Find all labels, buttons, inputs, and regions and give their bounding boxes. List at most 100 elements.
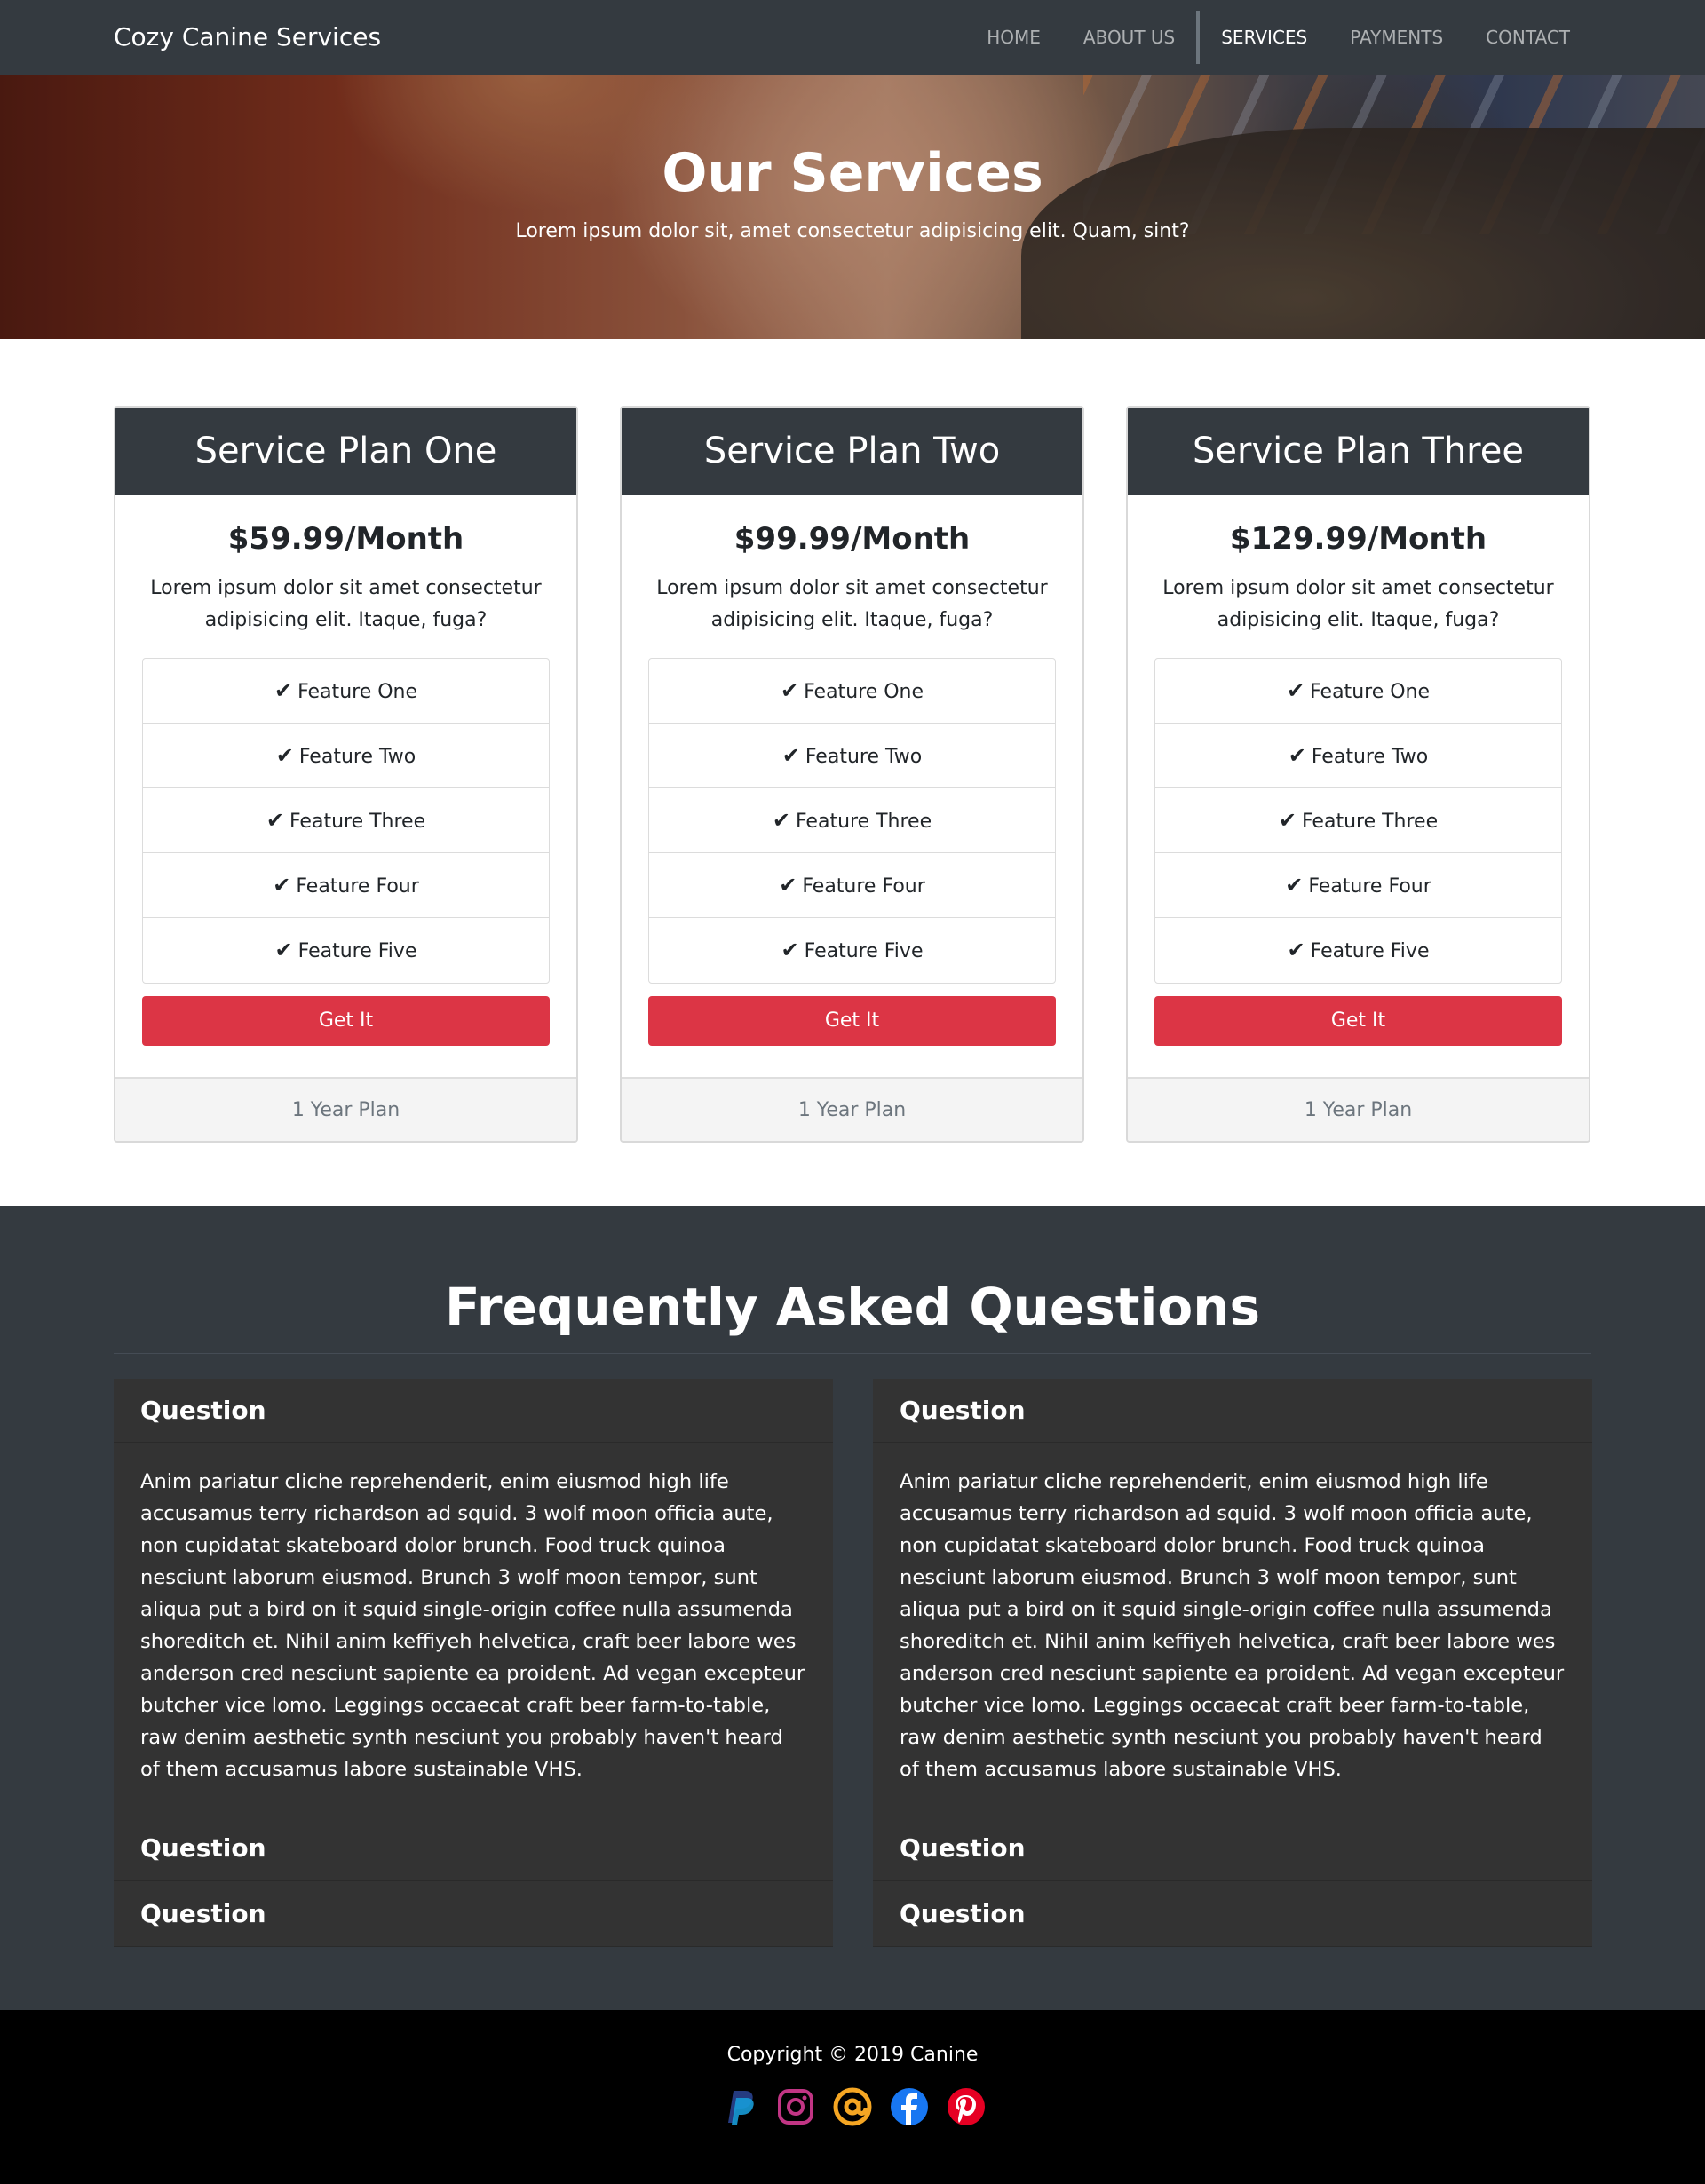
plan-description: Lorem ipsum dolor sit amet consectetur a… xyxy=(1162,577,1554,631)
check-icon: ✔ xyxy=(274,938,293,962)
feature-label: Feature Two xyxy=(805,746,923,768)
plan-price: $99.99/Month xyxy=(734,521,971,557)
feature-label: Feature One xyxy=(804,681,924,703)
plan-price: $129.99/Month xyxy=(1229,521,1487,557)
faq-question-header[interactable]: Question xyxy=(873,1816,1592,1881)
feature-item: ✔ Feature Three xyxy=(649,788,1055,853)
faq-accordion-left: Question Anim pariatur cliche reprehende… xyxy=(114,1379,833,1947)
faq-question-header[interactable]: Question xyxy=(114,1379,833,1443)
at-sign-icon[interactable] xyxy=(832,2086,873,2127)
pinterest-icon[interactable] xyxy=(946,2086,987,2127)
plan-title: Service Plan Two xyxy=(622,408,1082,495)
faq-answer: Anim pariatur cliche reprehenderit, enim… xyxy=(140,1470,805,1781)
hero-overlay xyxy=(0,75,1705,339)
feature-item: ✔ Feature Three xyxy=(1155,788,1561,853)
check-icon: ✔ xyxy=(779,873,797,898)
plan-title: Service Plan Three xyxy=(1128,408,1589,495)
feature-item: ✔ Feature One xyxy=(649,659,1055,724)
page-title: Our Services xyxy=(662,142,1043,204)
check-icon: ✔ xyxy=(780,678,799,703)
feature-list: ✔ Feature One ✔ Feature Two ✔ Feature Three… xyxy=(142,658,550,984)
nav-item-services[interactable]: SERVICES xyxy=(1196,11,1328,64)
plan-card-two: Service Plan Two $99.99/Month Lorem ipsu… xyxy=(620,406,1084,1143)
feature-label: Feature Three xyxy=(1301,811,1439,833)
feature-item: ✔ Feature Four xyxy=(1155,853,1561,918)
feature-item: ✔ Feature Five xyxy=(143,918,549,983)
feature-item: ✔ Feature Three xyxy=(143,788,549,853)
feature-label: Feature Five xyxy=(804,940,924,962)
feature-item: ✔ Feature Four xyxy=(649,853,1055,918)
feature-list: ✔ Feature One ✔ Feature Two ✔ Feature Three… xyxy=(1154,658,1562,984)
feature-label: Feature Five xyxy=(1310,940,1430,962)
feature-item: ✔ Feature Five xyxy=(649,918,1055,983)
page-subtitle: Lorem ipsum dolor sit, amet consectetur … xyxy=(515,220,1190,242)
faq-question-header[interactable]: Question xyxy=(114,1816,833,1881)
feature-label: Feature Three xyxy=(289,811,426,833)
check-icon: ✔ xyxy=(1287,938,1305,962)
nav-item-payments[interactable]: PAYMENTS xyxy=(1328,11,1464,64)
plan-footer: 1 Year Plan xyxy=(1128,1077,1589,1141)
feature-item: ✔ Feature Two xyxy=(1155,724,1561,788)
feature-label: Feature Five xyxy=(297,940,417,962)
nav-item-about-us[interactable]: ABOUT US xyxy=(1062,11,1196,64)
feature-item: ✔ Feature Two xyxy=(143,724,549,788)
feature-label: Feature One xyxy=(297,681,418,703)
plan-description: Lorem ipsum dolor sit amet consectetur a… xyxy=(656,577,1048,631)
service-plans: Service Plan One $59.99/Month Lorem ipsu… xyxy=(114,406,1591,1143)
feature-label: Feature Four xyxy=(296,875,419,898)
faq-answer: Anim pariatur cliche reprehenderit, enim… xyxy=(900,1470,1565,1781)
feature-item: ✔ Feature Five xyxy=(1155,918,1561,983)
check-icon: ✔ xyxy=(772,808,790,833)
brand-logo[interactable]: Cozy Canine Services xyxy=(114,0,381,75)
check-icon: ✔ xyxy=(781,938,799,962)
plan-footer: 1 Year Plan xyxy=(622,1077,1082,1141)
check-icon: ✔ xyxy=(273,873,291,898)
feature-item: ✔ Feature Four xyxy=(143,853,549,918)
get-it-button[interactable]: Get It xyxy=(648,996,1056,1046)
nav-item-home[interactable]: HOME xyxy=(965,11,1062,64)
check-icon: ✔ xyxy=(781,743,800,768)
nav-menu: HOME ABOUT US SERVICES PAYMENTS CONTACT xyxy=(965,0,1591,75)
instagram-icon[interactable] xyxy=(775,2086,816,2127)
plan-title: Service Plan One xyxy=(115,408,576,495)
feature-item: ✔ Feature One xyxy=(143,659,549,724)
plan-footer: 1 Year Plan xyxy=(115,1077,576,1141)
navbar: Cozy Canine Services HOME ABOUT US SERVI… xyxy=(0,0,1705,75)
check-icon: ✔ xyxy=(266,808,284,833)
feature-label: Feature One xyxy=(1310,681,1431,703)
check-icon: ✔ xyxy=(274,678,293,703)
nav-item-contact[interactable]: CONTACT xyxy=(1464,11,1591,64)
check-icon: ✔ xyxy=(275,743,294,768)
feature-list: ✔ Feature One ✔ Feature Two ✔ Feature Three… xyxy=(648,658,1056,984)
hero-banner: Our Services Lorem ipsum dolor sit, amet… xyxy=(0,75,1705,339)
plan-card-one: Service Plan One $59.99/Month Lorem ipsu… xyxy=(114,406,578,1143)
faq-section: Frequently Asked Questions Question Anim… xyxy=(0,1206,1705,2010)
get-it-button[interactable]: Get It xyxy=(142,996,550,1046)
plan-description: Lorem ipsum dolor sit amet consectetur a… xyxy=(150,577,542,631)
copyright-text: Copyright © 2019 Canine xyxy=(726,2044,979,2066)
faq-question-header[interactable]: Question xyxy=(873,1379,1592,1443)
faq-accordion-right: Question Anim pariatur cliche reprehende… xyxy=(873,1379,1592,1947)
faq-question-header[interactable]: Question xyxy=(114,1881,833,1947)
facebook-icon[interactable] xyxy=(889,2086,930,2127)
feature-item: ✔ Feature Two xyxy=(649,724,1055,788)
feature-label: Feature Three xyxy=(795,811,932,833)
paypal-icon[interactable] xyxy=(718,2086,759,2127)
footer: Copyright © 2019 Canine xyxy=(0,2010,1705,2184)
plan-card-three: Service Plan Three $129.99/Month Lorem i… xyxy=(1126,406,1590,1143)
feature-label: Feature Four xyxy=(802,875,925,898)
plan-price: $59.99/Month xyxy=(227,521,464,557)
check-icon: ✔ xyxy=(1285,873,1304,898)
faq-question-header[interactable]: Question xyxy=(873,1881,1592,1947)
check-icon: ✔ xyxy=(1288,743,1306,768)
get-it-button[interactable]: Get It xyxy=(1154,996,1562,1046)
feature-label: Feature Two xyxy=(298,746,416,768)
divider xyxy=(114,1353,1591,1354)
faq-title: Frequently Asked Questions xyxy=(444,1277,1261,1337)
social-links xyxy=(0,2086,1705,2127)
check-icon: ✔ xyxy=(1286,678,1305,703)
feature-label: Feature Four xyxy=(1308,875,1431,898)
check-icon: ✔ xyxy=(1278,808,1297,833)
feature-label: Feature Two xyxy=(1311,746,1429,768)
feature-item: ✔ Feature One xyxy=(1155,659,1561,724)
